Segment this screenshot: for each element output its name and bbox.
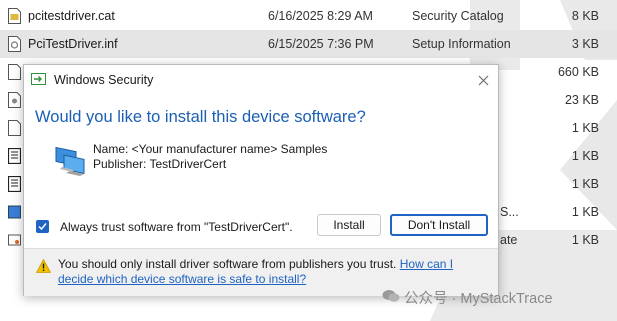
driver-info: Name: <Your manufacturer name> Samples P… bbox=[93, 142, 327, 172]
install-arrow-icon bbox=[31, 73, 46, 85]
wechat-logo-icon bbox=[382, 290, 400, 302]
file-date: 6/16/2025 8:29 AM bbox=[268, 9, 373, 23]
setup-file-icon bbox=[8, 36, 21, 52]
file-date: 6/15/2025 7:36 PM bbox=[268, 37, 374, 51]
dialog-titlebar: Windows Security bbox=[24, 65, 498, 95]
dialog-title: Windows Security bbox=[54, 73, 154, 87]
file-size: 1 KB bbox=[571, 149, 599, 163]
driver-name: Name: <Your manufacturer name> Samples bbox=[93, 142, 328, 156]
always-trust-label[interactable]: Always trust software from "TestDriverCe… bbox=[60, 220, 293, 234]
file-type: ate bbox=[500, 233, 518, 247]
file-row[interactable]: pcitestdriver.cat 6/16/2025 8:29 AM Securi… bbox=[0, 2, 617, 30]
script-file-icon bbox=[7, 147, 22, 165]
file-size: 1 KB bbox=[571, 177, 599, 191]
install-button[interactable]: Install bbox=[317, 214, 381, 236]
file-size: 1 KB bbox=[571, 121, 599, 135]
blank-file-icon bbox=[8, 120, 21, 136]
close-button[interactable] bbox=[468, 65, 498, 95]
file-size: 3 KB bbox=[571, 37, 599, 51]
warning-message: You should only install driver software … bbox=[58, 257, 488, 287]
blank-file-icon bbox=[8, 64, 21, 80]
close-icon bbox=[478, 75, 488, 85]
warning-text: You should only install driver software … bbox=[58, 257, 397, 271]
dont-install-button[interactable]: Don't Install bbox=[390, 214, 488, 236]
file-type: Security Catalog bbox=[412, 9, 504, 23]
file-size: 660 KB bbox=[557, 65, 599, 79]
file-name: PciTestDriver.inf bbox=[28, 37, 118, 51]
always-trust-checkbox[interactable] bbox=[36, 220, 49, 233]
catalog-file-icon bbox=[8, 8, 21, 24]
script-file-icon bbox=[7, 175, 22, 193]
image-file-icon bbox=[8, 204, 21, 220]
driver-publisher: Publisher: TestDriverCert bbox=[93, 157, 227, 171]
windows-security-dialog: Windows Security Would you like to insta… bbox=[23, 64, 499, 296]
device-software-icon bbox=[55, 146, 85, 176]
file-type: Setup Information bbox=[412, 37, 511, 51]
install-question: Would you like to install this device so… bbox=[35, 108, 366, 126]
file-size: 1 KB bbox=[571, 205, 599, 219]
watermark-text: 公众号 · MyStackTrace bbox=[404, 291, 553, 307]
cert-file-icon bbox=[8, 232, 21, 248]
warning-shield-icon bbox=[36, 259, 51, 273]
file-size: 23 KB bbox=[564, 93, 599, 107]
file-row[interactable]: PciTestDriver.inf 6/15/2025 7:36 PM Setup … bbox=[0, 30, 617, 58]
file-size: 1 KB bbox=[571, 233, 599, 247]
config-file-icon bbox=[8, 92, 21, 108]
file-type: S... bbox=[500, 205, 519, 219]
file-size: 8 KB bbox=[571, 9, 599, 23]
file-name: pcitestdriver.cat bbox=[28, 9, 115, 23]
checkmark-icon bbox=[38, 223, 47, 231]
